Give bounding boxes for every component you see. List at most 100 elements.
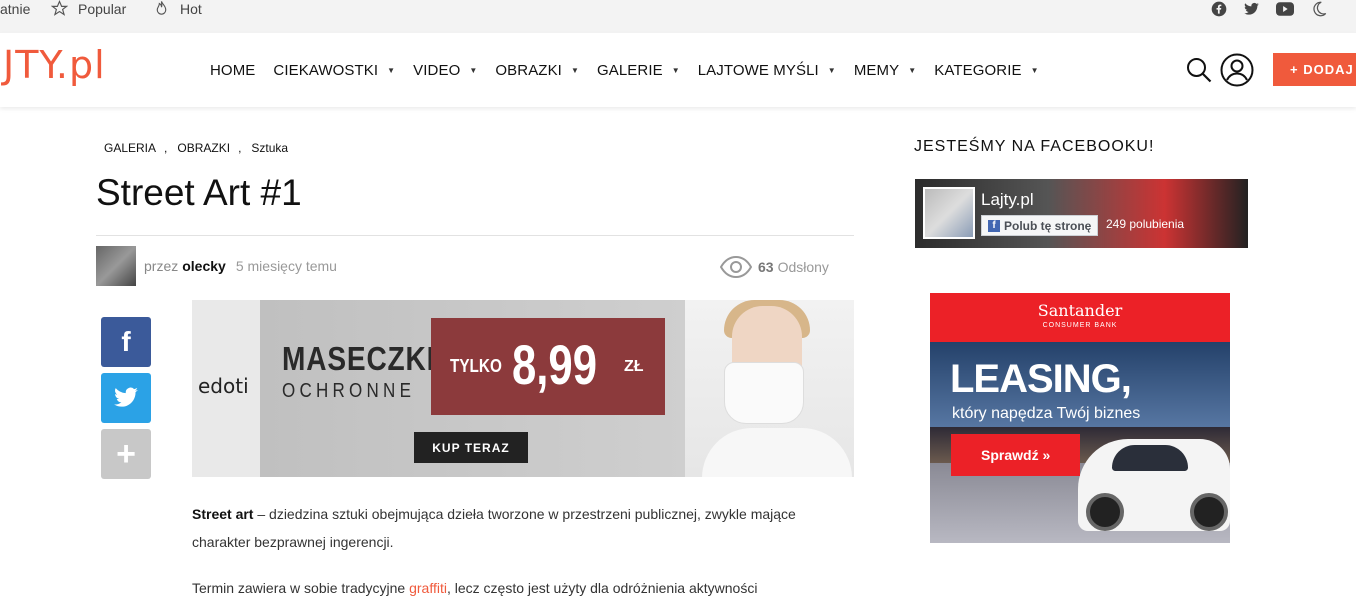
nav-item-obrazki[interactable]: OBRAZKI ▼ (495, 62, 579, 79)
page-title: Street Art #1 (96, 172, 302, 213)
views-counter: 63 Odsłony (720, 255, 829, 279)
ad-bank-sub: CONSUMER BANK (1042, 322, 1118, 329)
fb-page-name[interactable]: Lajty.pl (981, 190, 1034, 210)
article-term: Street art (192, 506, 254, 522)
article-text: Termin zawiera w sobie tradycyjne (192, 580, 410, 596)
banner-ad-leasing[interactable]: Santander CONSUMER BANK LEASING, który n… (930, 293, 1230, 543)
post-time: 5 miesięcy temu (235, 258, 337, 274)
fb-page-avatar[interactable] (923, 187, 975, 239)
avatar[interactable] (96, 246, 136, 286)
main-nav: HOME CIEKAWOSTKI ▼ VIDEO ▼ OBRAZKI ▼ GALERI… (210, 33, 1057, 107)
nav-item-galerie[interactable]: GALERIE ▼ (597, 62, 680, 79)
divider (96, 235, 854, 236)
ad-line2: OCHRONNE (282, 380, 416, 402)
ad-tagline: który napędza Twój biznes (952, 405, 1141, 422)
facebook-icon[interactable] (1211, 1, 1227, 17)
chevron-down-icon: ▼ (570, 65, 579, 75)
nav-label: LAJTOWE MYŚLI (697, 61, 819, 79)
site-header: JTY.pl HOME CIEKAWOSTKI ▼ VIDEO ▼ OBRAZKI ▼… (0, 33, 1356, 107)
fb-like-label: Polub tę stronę (1004, 218, 1092, 233)
social-links (1211, 0, 1328, 17)
chevron-down-icon: ▼ (671, 65, 680, 75)
topbar-link-popular[interactable]: Popular (51, 0, 126, 17)
star-icon (51, 0, 68, 16)
nav-item-video[interactable]: VIDEO ▼ (413, 62, 477, 79)
author-link[interactable]: olecky (182, 258, 226, 274)
facebook-icon: f (121, 326, 131, 357)
category-separator: , (238, 141, 242, 155)
views-count: 63 (758, 259, 774, 275)
site-logo[interactable]: JTY.pl (3, 43, 106, 87)
ad-only: TYLKO (450, 356, 502, 376)
chevron-down-icon: ▼ (1030, 65, 1039, 75)
ad-photo-mask (724, 362, 804, 424)
fb-like-button[interactable]: f Polub tę stronę (981, 215, 1099, 236)
by-label: przez (144, 258, 179, 274)
fb-likes-count: 249 polubienia (1106, 217, 1185, 231)
topbar-link-label: Popular (78, 0, 127, 17)
nav-item-kategorie[interactable]: KATEGORIE ▼ (934, 62, 1038, 79)
post-meta: przez olecky 5 miesięcy temu (144, 258, 337, 274)
nav-label: OBRAZKI (495, 61, 562, 79)
banner-ad-masks[interactable]: edoti MASECZKI OCHRONNE TYLKO 8,99 ZŁ KU… (192, 300, 854, 477)
nav-label: KATEGORIE (934, 61, 1022, 79)
category-link[interactable]: Sztuka (251, 141, 288, 155)
chevron-down-icon: ▼ (827, 65, 836, 75)
ad-brand: edoti (198, 374, 249, 398)
twitter-icon[interactable] (1243, 1, 1260, 17)
nav-item-lajtowe-mysli[interactable]: LAJTOWE MYŚLI ▼ (698, 62, 836, 79)
user-icon[interactable] (1220, 53, 1254, 92)
ad-cta-button[interactable]: Sprawdź » (951, 434, 1080, 476)
article-paragraph-2: Termin zawiera w sobie tradycyjne graffi… (192, 574, 852, 602)
ad-currency: ZŁ (624, 358, 644, 375)
ad-car-window (1112, 445, 1188, 471)
chevron-down-icon: ▼ (387, 65, 396, 75)
top-bar: atnie Popular Hot (0, 0, 1356, 33)
category-link[interactable]: GALERIA (104, 141, 156, 155)
topbar-link-label: Hot (180, 0, 202, 17)
ad-price: 8,99 (512, 333, 598, 396)
article-text: , lecz często jest użyty dla odróżnienia… (446, 580, 758, 596)
nav-label: VIDEO (413, 61, 461, 79)
add-post-button[interactable]: + DODAJ (1273, 53, 1356, 86)
ad-bank-name: Santander (1037, 301, 1123, 320)
ad-buy-button[interactable]: KUP TERAZ (414, 432, 528, 463)
nav-item-memy[interactable]: MEMY ▼ (854, 62, 916, 79)
twitter-icon (114, 387, 138, 407)
chevron-down-icon: ▼ (469, 65, 478, 75)
nav-label: HOME (210, 61, 256, 79)
ad-line1: MASECZKI (282, 340, 436, 377)
views-label: Odsłony (777, 259, 829, 275)
moon-icon[interactable] (1310, 0, 1328, 18)
ad-photo-body (702, 428, 852, 477)
article-paragraph: Street art – dziedzina sztuki obejmująca… (192, 500, 852, 556)
nav-label: MEMY (853, 61, 900, 79)
ad-headline: LEASING, (950, 357, 1132, 401)
category-separator: , (164, 141, 168, 155)
topbar-link-latest[interactable]: atnie (0, 0, 30, 17)
topbar-link-label: atnie (0, 0, 31, 17)
share-facebook-button[interactable]: f (101, 317, 151, 367)
ad-car-wheel (1086, 493, 1124, 531)
category-link[interactable]: OBRAZKI (177, 141, 230, 155)
nav-item-ciekawostki[interactable]: CIEKAWOSTKI ▼ (273, 62, 395, 79)
article-text: – dziedzina sztuki obejmująca dzieła two… (192, 506, 796, 550)
facebook-icon: f (988, 219, 1000, 232)
nav-label: CIEKAWOSTKI (273, 61, 379, 79)
youtube-icon[interactable] (1276, 1, 1294, 16)
ad-car-wheel (1190, 493, 1228, 531)
nav-label: GALERIE (596, 61, 663, 79)
share-more-button[interactable]: + (101, 429, 151, 479)
facebook-page-widget[interactable]: Lajty.pl f Polub tę stronę 249 polubienia (915, 179, 1248, 248)
eye-icon (720, 255, 752, 279)
graffiti-link[interactable]: graffiti (409, 580, 447, 596)
search-icon[interactable] (1186, 57, 1212, 88)
plus-icon: + (116, 434, 136, 473)
chevron-down-icon: ▼ (908, 65, 917, 75)
flame-icon (156, 1, 167, 15)
nav-item-home[interactable]: HOME (210, 62, 255, 79)
breadcrumb: GALERIA , OBRAZKI , Sztuka (104, 141, 288, 155)
share-twitter-button[interactable] (101, 373, 151, 423)
topbar-link-hot[interactable]: Hot (153, 0, 202, 17)
facebook-widget-title: JESTEŚMY NA FACEBOOKU! (914, 138, 1155, 155)
